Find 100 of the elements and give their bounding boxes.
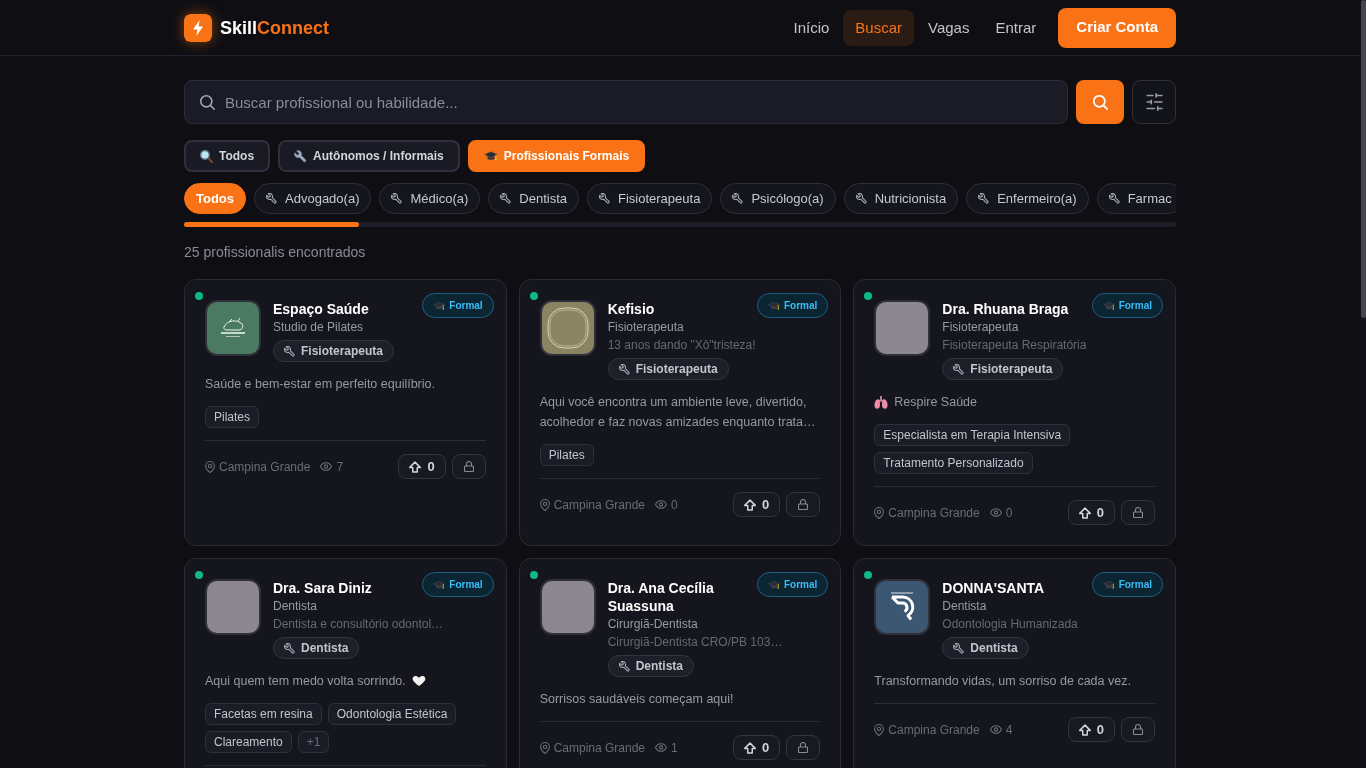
- category-label: Fisioterapeuta: [970, 361, 1053, 377]
- nav-link[interactable]: Buscar: [843, 9, 915, 46]
- view-count: 0: [1005, 504, 1013, 521]
- filter-button[interactable]: [1132, 80, 1176, 124]
- profile-name: Dra. Rhuana Braga: [942, 300, 1069, 318]
- more-tags-count: +1: [297, 731, 330, 753]
- photo-placeholder: [874, 300, 931, 356]
- lock-button[interactable]: [786, 735, 821, 760]
- location-text: Campina Grande: [219, 458, 311, 475]
- badge-label: Formal: [784, 578, 818, 592]
- skill-tag: Clareamento: [205, 731, 292, 753]
- profile-subtitle: Studio de Pilates: [273, 319, 364, 336]
- category-chip[interactable]: Médico(a): [379, 183, 481, 214]
- graduation-cap-icon: [483, 150, 498, 162]
- nav-link[interactable]: Entrar: [983, 9, 1049, 46]
- view-count: 4: [1005, 721, 1013, 738]
- upvote-button[interactable]: 0: [398, 454, 446, 479]
- category-chip[interactable]: Fisioterapeuta: [587, 183, 713, 214]
- lightning-logo-icon[interactable]: [184, 13, 212, 42]
- wrench-icon: [294, 149, 308, 163]
- view-count: 0: [671, 496, 678, 513]
- profile-description: Sorrisos saudáveis começam aqui!: [539, 691, 734, 708]
- category-chip[interactable]: Enfermeiro(a): [966, 183, 1089, 214]
- wrench-icon: [1108, 193, 1120, 204]
- eye-icon: [989, 725, 1002, 734]
- page-scrollbar-thumb[interactable]: [1360, 0, 1366, 318]
- search-icon: [1092, 94, 1108, 110]
- scrollbar-thumb[interactable]: [184, 222, 359, 227]
- upvote-button[interactable]: 0: [733, 735, 781, 760]
- category-chip[interactable]: Psicólogo(a): [720, 183, 836, 214]
- view-count: 7: [336, 458, 344, 475]
- ring-logo-icon: [539, 300, 596, 356]
- nav-link[interactable]: Início: [781, 9, 842, 46]
- profile-description: Aqui quem tem medo volta sorrindo.: [205, 673, 406, 690]
- arrow-up-icon: [409, 460, 422, 473]
- badge-label: Formal: [1118, 299, 1152, 313]
- lock-button[interactable]: [451, 454, 486, 479]
- lock-icon: [798, 499, 809, 510]
- upvote-button[interactable]: 0: [1067, 717, 1115, 742]
- category-label: Fisioterapeuta: [301, 343, 384, 359]
- profile-subtitle: Dentista: [273, 598, 318, 615]
- eye-icon: [655, 500, 668, 509]
- logo-text: SkillConnect: [220, 16, 330, 40]
- sliders-icon: [1145, 93, 1163, 111]
- category-chip[interactable]: Dentista: [488, 183, 579, 214]
- search-icon: [200, 94, 215, 110]
- badge-label: Formal: [1118, 578, 1152, 592]
- wrench-icon: [855, 193, 867, 204]
- arrow-up-icon: [1078, 723, 1091, 736]
- graduation-cap-icon: [433, 300, 446, 311]
- lock-button[interactable]: [786, 492, 821, 517]
- graduation-cap-icon: [1102, 300, 1115, 311]
- lock-button[interactable]: [1121, 500, 1155, 525]
- skill-tag: Facetas em resina: [205, 703, 322, 725]
- photo-placeholder: [205, 579, 261, 635]
- profile-name: Espaço Saúde: [273, 300, 369, 318]
- photo-placeholder: [539, 579, 596, 635]
- category-chip[interactable]: Farmac: [1096, 183, 1176, 214]
- skill-tag: Tratamento Personalizado: [874, 452, 1033, 474]
- arrow-up-icon: [744, 741, 757, 754]
- location-pin-icon: [539, 498, 550, 511]
- wrench-icon: [953, 642, 965, 654]
- lock-icon: [463, 461, 474, 472]
- search-button[interactable]: [1076, 80, 1124, 124]
- profile-description: Transformando vidas, um sorriso de cada vez.: [874, 673, 1131, 690]
- profile-tagline: Odontologia Humanizada: [942, 616, 1078, 633]
- nav-link[interactable]: Vagas: [916, 9, 982, 46]
- category-chip[interactable]: Nutricionista: [843, 183, 959, 214]
- search-field[interactable]: Buscar profissional ou habilidade...: [184, 80, 1068, 124]
- profile-name: DONNA'SANTA: [942, 579, 1045, 597]
- category-label: Dentista: [970, 640, 1018, 656]
- upvote-button[interactable]: 0: [733, 492, 781, 517]
- arrow-up-icon: [1078, 506, 1091, 519]
- location-pin-icon: [874, 506, 885, 519]
- graduation-cap-icon: [1102, 579, 1115, 590]
- profile-tagline: Fisioterapeuta Respiratória: [942, 337, 1087, 354]
- category-label: Dentista: [301, 640, 349, 656]
- category-chip[interactable]: Advogado(a): [254, 183, 372, 214]
- location-pin-icon: [205, 460, 215, 473]
- graduation-cap-icon: [768, 300, 780, 311]
- badge-label: Formal: [449, 299, 483, 313]
- filter-tab[interactable]: Todos: [184, 140, 271, 172]
- profile-subtitle: Fisioterapeuta: [942, 319, 1019, 336]
- profile-tagline: Dentista e consultório odontol…: [273, 616, 444, 633]
- profile-description: Saúde e bem-estar em perfeito equilíbrio.: [205, 376, 435, 393]
- arrow-up-icon: [744, 498, 757, 511]
- location-text: Campina Grande: [553, 739, 646, 756]
- magnifier-icon: [200, 149, 213, 163]
- skill-tag: Pilates: [205, 406, 260, 428]
- graduation-cap-icon: [768, 579, 780, 590]
- filter-tab[interactable]: Autônomos / Informais: [278, 140, 460, 172]
- scrollbar-track[interactable]: [184, 222, 1176, 227]
- upvote-button[interactable]: 0: [1067, 500, 1115, 525]
- view-count: 1: [671, 739, 678, 756]
- wrench-icon: [618, 363, 630, 375]
- eye-icon: [320, 462, 333, 471]
- profile-description: Respire Saúde: [894, 394, 978, 411]
- profile-subtitle: Dentista: [942, 598, 987, 615]
- lock-button[interactable]: [1121, 717, 1155, 742]
- skill-tag: Especialista em Terapia Intensiva: [874, 424, 1071, 446]
